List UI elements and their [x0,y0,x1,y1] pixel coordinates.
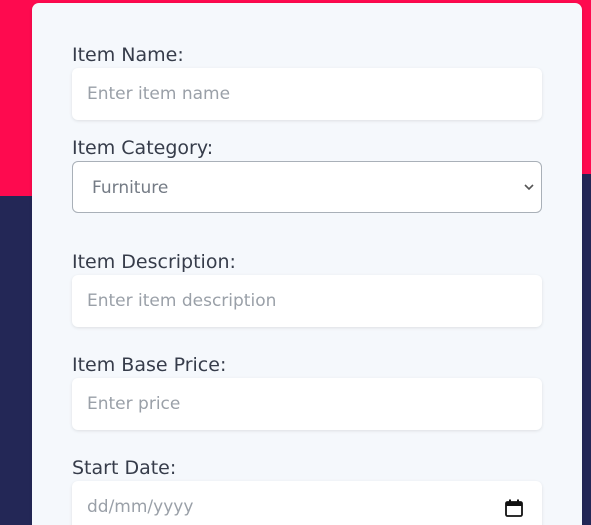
item-base-price-input[interactable] [72,378,542,430]
item-name-field[interactable] [72,68,542,120]
item-description-label: Item Description: [72,251,236,273]
start-date-label: Start Date: [72,457,177,479]
item-description-field[interactable] [72,275,542,327]
item-description-input[interactable] [72,275,542,327]
start-date-input[interactable]: dd/mm/yyyy [72,481,542,525]
item-category-select[interactable]: Furniture [72,161,542,213]
item-base-price-label: Item Base Price: [72,354,227,376]
calendar-icon[interactable] [504,498,524,518]
start-date-placeholder: dd/mm/yyyy [87,497,194,517]
chevron-down-icon [524,184,534,191]
item-category-selected-value: Furniture [92,178,169,198]
item-category-label: Item Category: [72,137,214,159]
item-name-input[interactable] [72,68,542,120]
item-base-price-field[interactable] [72,378,542,430]
item-name-label: Item Name: [72,44,184,66]
item-form-card: Item Name: Item Category: Furniture Item… [32,3,582,525]
